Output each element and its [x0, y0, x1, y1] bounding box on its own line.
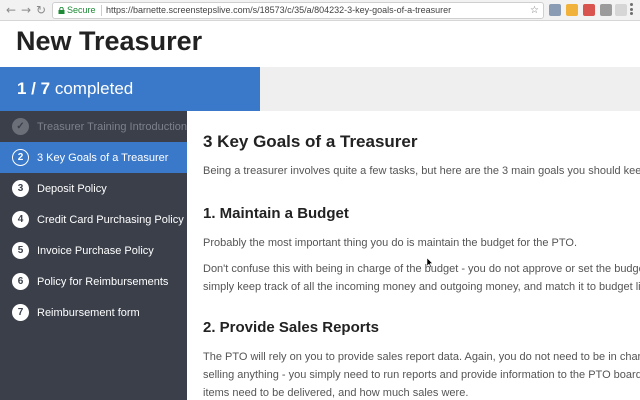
page-title: New Treasurer — [16, 26, 203, 56]
sidebar-item-policy-for-reimbursements[interactable]: 6 Policy for Reimbursements — [0, 266, 187, 297]
progress-bar: 1 / 7 completed — [0, 67, 640, 111]
extension-icon[interactable] — [549, 4, 561, 16]
article-intro: Being a treasurer involves quite a few t… — [203, 165, 640, 177]
section-paragraph: items need to be delivered, and how much… — [203, 387, 469, 399]
step-number: 6 — [12, 273, 29, 290]
step-number: 3 — [12, 180, 29, 197]
sidebar-item-label: Policy for Reimbursements — [37, 275, 169, 288]
section-paragraph: Don't confuse this with being in charge … — [203, 263, 640, 275]
sidebar-item-credit-card-purchasing-policy[interactable]: 4 Credit Card Purchasing Policy — [0, 204, 187, 235]
forward-icon[interactable]: → — [19, 3, 33, 17]
url-text[interactable]: https://barnette.screenstepslive.com/s/1… — [106, 3, 451, 18]
back-icon[interactable]: ← — [4, 3, 18, 17]
progress-text: 1 / 7 completed — [17, 79, 133, 99]
sidebar-item-3-key-goals[interactable]: 2 3 Key Goals of a Treasurer — [0, 142, 187, 173]
kebab-menu-icon[interactable] — [630, 3, 634, 17]
section-heading: 2. Provide Sales Reports — [203, 319, 379, 336]
sidebar-item-label: Reimbursement form — [37, 306, 140, 319]
sidebar-item-label: Treasurer Training Introduction — [37, 120, 187, 133]
mouse-cursor-icon — [427, 258, 433, 268]
sidebar-item-reimbursement-form[interactable]: 7 Reimbursement form — [0, 297, 187, 328]
section-paragraph: simply keep track of all the incoming mo… — [203, 281, 640, 293]
browser-toolbar: ← → ↻ Secure https://barnette.screenstep… — [0, 0, 640, 21]
article-content: 3 Key Goals of a Treasurer Being a treas… — [187, 111, 640, 400]
progress-fraction: 1 / 7 — [17, 79, 51, 98]
sidebar-item-invoice-purchase-policy[interactable]: 5 Invoice Purchase Policy — [0, 235, 187, 266]
progress-label: completed — [54, 79, 134, 98]
step-number: 4 — [12, 211, 29, 228]
pocket-icon[interactable] — [583, 4, 595, 16]
sidebar-item-label: 3 Key Goals of a Treasurer — [37, 151, 169, 164]
sidebar-item-label: Deposit Policy — [37, 182, 107, 195]
sidebar-item-label: Credit Card Purchasing Policy — [37, 213, 184, 226]
extension-icon[interactable] — [600, 4, 612, 16]
section-paragraph: Probably the most important thing you do… — [203, 237, 578, 249]
sidebar-item-label: Invoice Purchase Policy — [37, 244, 154, 257]
check-icon: ✓ — [12, 118, 29, 135]
sidebar-item-treasurer-training-introduction[interactable]: ✓ Treasurer Training Introduction — [0, 111, 187, 142]
extension-icon[interactable] — [615, 4, 627, 16]
step-number: 2 — [12, 149, 29, 166]
article-title: 3 Key Goals of a Treasurer — [203, 132, 418, 151]
reload-icon[interactable]: ↻ — [34, 3, 48, 17]
omnibox-divider — [101, 5, 102, 16]
section-heading: 1. Maintain a Budget — [203, 205, 349, 222]
section-paragraph: The PTO will rely on you to provide sale… — [203, 351, 640, 363]
address-bar[interactable]: Secure https://barnette.screenstepslive.… — [52, 2, 544, 19]
sidebar: ✓ Treasurer Training Introduction 2 3 Ke… — [0, 111, 187, 400]
section-paragraph: selling anything - you simply need to ru… — [203, 369, 640, 381]
step-number: 5 — [12, 242, 29, 259]
lock-icon — [58, 7, 65, 14]
secure-label: Secure — [67, 5, 96, 15]
sidebar-item-deposit-policy[interactable]: 3 Deposit Policy — [0, 173, 187, 204]
bookmark-star-icon[interactable]: ☆ — [530, 3, 539, 18]
extension-icon[interactable] — [566, 4, 578, 16]
step-number: 7 — [12, 304, 29, 321]
